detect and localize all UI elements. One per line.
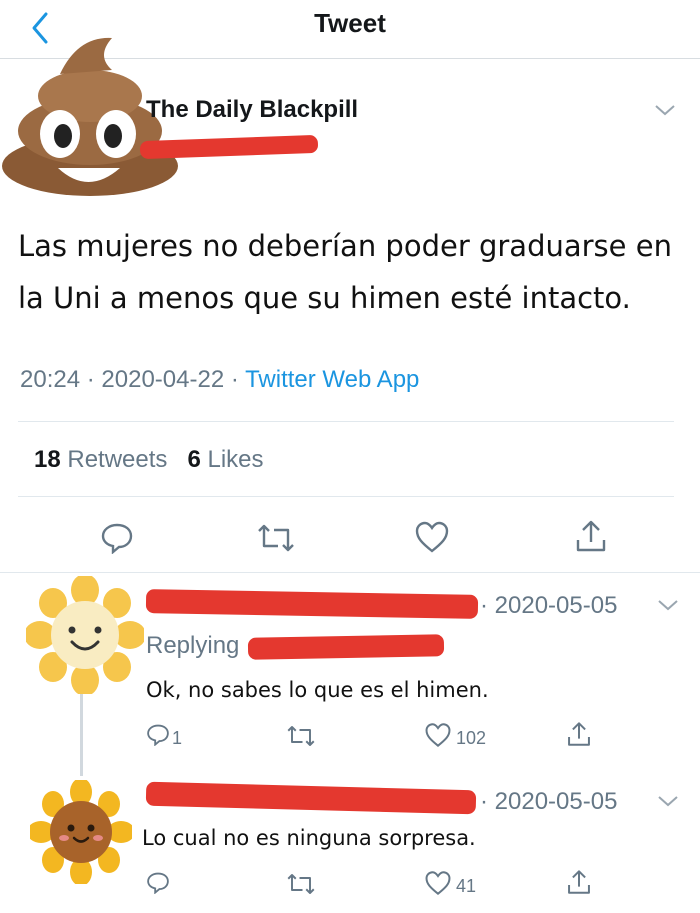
reply-date: · 2020-05-05	[480, 788, 618, 815]
thread-line	[80, 694, 83, 776]
retweet-icon[interactable]	[286, 872, 316, 896]
reply-icon[interactable]	[100, 520, 134, 554]
redacted-name	[145, 781, 477, 815]
divider	[0, 572, 700, 573]
retweets-link[interactable]: 18 Retweets	[34, 446, 167, 473]
tweet-stats: 18 Retweets 6 Likes	[34, 446, 264, 474]
reply-icon[interactable]	[146, 722, 170, 746]
like-count: 41	[456, 876, 477, 896]
retweet-icon[interactable]	[286, 724, 316, 748]
author-name[interactable]: The Daily Blackpill	[146, 96, 358, 124]
redacted-replying-to	[247, 634, 445, 660]
share-icon[interactable]	[574, 518, 608, 554]
reply-count: 1	[172, 728, 183, 748]
reply-text: Lo cual no es ninguna sorpresa.	[142, 826, 476, 850]
reply-icon[interactable]	[146, 870, 170, 894]
reply-date: · 2020-05-05	[480, 592, 618, 619]
likes-link[interactable]: 6 Likes	[187, 446, 263, 473]
divider	[18, 421, 674, 422]
redacted-name	[145, 589, 479, 619]
retweet-icon[interactable]	[256, 522, 296, 554]
chevron-down-icon[interactable]	[656, 792, 680, 810]
reply-text: Ok, no sabes lo que es el himen.	[146, 678, 489, 702]
tweet-date: 2020-04-22	[101, 366, 225, 393]
share-icon[interactable]	[566, 868, 592, 896]
share-icon[interactable]	[566, 720, 592, 748]
tweet-meta: 20:24 · 2020-04-22 · Twitter Web App	[20, 366, 420, 393]
tweet-source-link[interactable]: Twitter Web App	[245, 366, 419, 393]
replying-label: Replying	[146, 632, 240, 659]
like-heart-icon[interactable]	[414, 520, 450, 554]
flower-emoji-avatar[interactable]	[26, 576, 144, 694]
like-heart-icon[interactable]	[424, 870, 452, 896]
tweet-time: 20:24	[20, 366, 81, 393]
chevron-down-icon[interactable]	[652, 100, 678, 120]
chevron-down-icon[interactable]	[656, 596, 680, 614]
sunflower-emoji-avatar[interactable]	[30, 780, 132, 884]
tweet-text: Las mujeres no deberían poder graduarse …	[18, 229, 672, 315]
like-heart-icon[interactable]	[424, 722, 452, 748]
like-count: 102	[456, 728, 487, 748]
divider	[18, 496, 674, 497]
